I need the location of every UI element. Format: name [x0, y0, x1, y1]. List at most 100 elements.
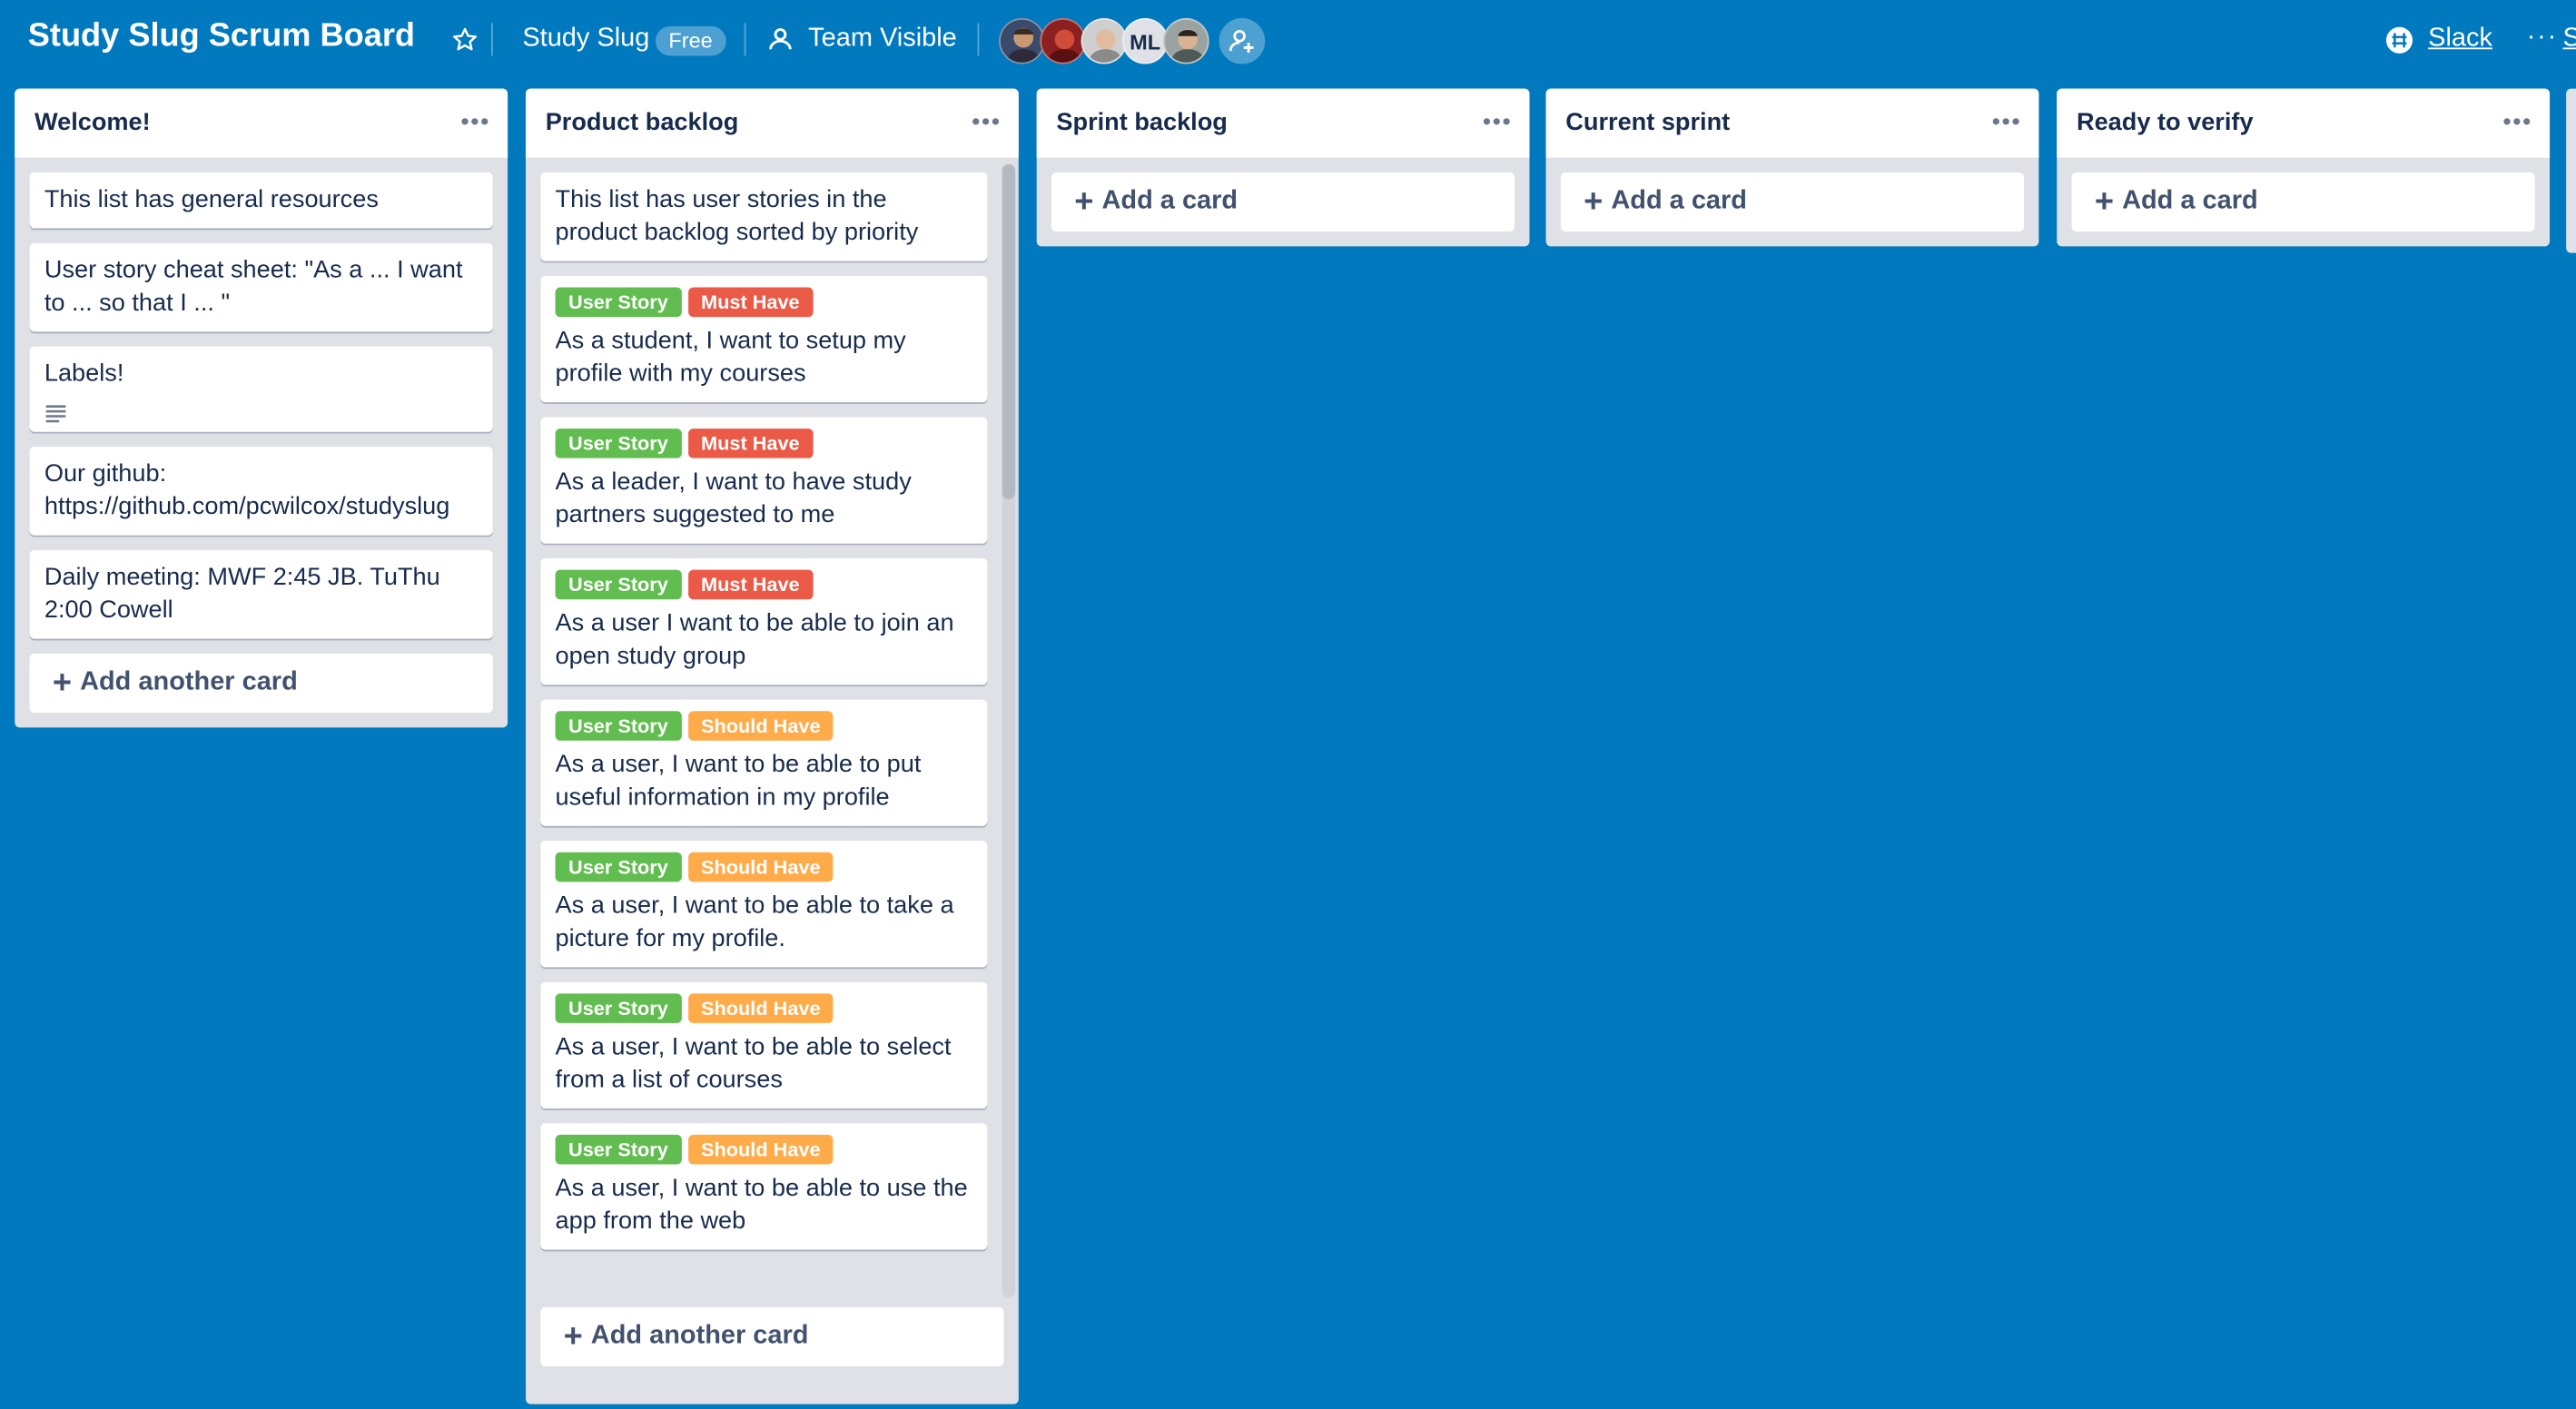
- header-divider: [744, 23, 746, 56]
- list-title[interactable]: Sprint backlog: [1056, 108, 1228, 136]
- list-card[interactable]: User Story Must Have As a user I want to …: [540, 558, 988, 685]
- list-menu-icon[interactable]: [459, 105, 491, 138]
- plus-icon: +: [563, 1317, 583, 1355]
- star-icon[interactable]: [450, 25, 480, 54]
- add-card-button[interactable]: + Add a card: [1560, 172, 2025, 232]
- add-card-label: Add another card: [590, 1322, 809, 1350]
- list-partial-offscreen: [2566, 88, 2576, 253]
- list-welcome: Welcome! This list has general resources…: [15, 88, 508, 728]
- plus-icon: +: [1584, 182, 1604, 220]
- card-title: As a user, I want to be able to use the …: [555, 1174, 968, 1236]
- list-title[interactable]: Ready to verify: [2077, 108, 2254, 136]
- card-title: Our github: https://github.com/pcwilcox/…: [44, 459, 450, 521]
- add-card-button[interactable]: + Add a card: [2071, 172, 2535, 232]
- card-label-user-story[interactable]: User Story: [555, 711, 682, 741]
- card-label-must-have[interactable]: Must Have: [687, 429, 814, 458]
- card-title: User story cheat sheet: "As a ... I want…: [44, 256, 463, 318]
- card-label-should-have[interactable]: Should Have: [687, 1134, 834, 1165]
- card-label-user-story[interactable]: User Story: [555, 852, 682, 882]
- slack-button[interactable]: Slack: [2428, 25, 2492, 54]
- add-card-label: Add a card: [1611, 187, 1747, 215]
- team-name[interactable]: Study Slug: [522, 25, 649, 54]
- list-title[interactable]: Welcome!: [35, 108, 151, 136]
- plus-icon: +: [52, 664, 73, 701]
- more-icon[interactable]: ···: [2527, 23, 2558, 53]
- card-title: As a user, I want to be able to select f…: [555, 1032, 952, 1094]
- board-title[interactable]: Study Slug Scrum Board: [28, 18, 415, 56]
- plus-icon: +: [1074, 182, 1094, 220]
- list-menu-icon[interactable]: [2501, 105, 2533, 138]
- list-current-sprint: Current sprint + Add a card: [1545, 88, 2039, 247]
- list-card[interactable]: User Story Must Have As a student, I want…: [540, 275, 988, 403]
- list-menu-icon[interactable]: [969, 105, 1002, 138]
- list-header: Product backlog: [525, 88, 1019, 158]
- list-product-backlog: Product backlog This list has user stori…: [525, 88, 1019, 1404]
- add-card-button[interactable]: + Add another card: [29, 653, 493, 714]
- list-header: Ready to verify: [2057, 88, 2551, 158]
- card-label-should-have[interactable]: Should Have: [687, 711, 834, 741]
- card-label-user-story[interactable]: User Story: [555, 429, 682, 458]
- team-visible-icon: [767, 26, 794, 53]
- card-label-user-story[interactable]: User Story: [555, 993, 682, 1023]
- card-label-should-have[interactable]: Should Have: [687, 993, 834, 1023]
- card-title: As a leader, I want to have study partne…: [555, 468, 912, 529]
- list-card[interactable]: User story cheat sheet: "As a ... I want…: [29, 242, 493, 332]
- add-card-label: Add another card: [80, 668, 298, 696]
- header-divider: [490, 23, 493, 56]
- add-card-button[interactable]: + Add another card: [540, 1306, 1004, 1366]
- member-avatar[interactable]: [999, 17, 1045, 64]
- card-scroll-area[interactable]: This list has user stories in the produc…: [526, 158, 1019, 1307]
- list-card[interactable]: Daily meeting: MWF 2:45 JB. TuThu 2:00 C…: [29, 549, 493, 639]
- card-label-user-story[interactable]: User Story: [555, 569, 682, 600]
- member-avatar[interactable]: [1081, 17, 1128, 64]
- card-title: Daily meeting: MWF 2:45 JB. TuThu 2:00 C…: [44, 563, 440, 625]
- scrollbar-thumb[interactable]: [1002, 163, 1016, 499]
- list-card[interactable]: User Story Must Have As a leader, I want …: [540, 417, 988, 544]
- list-card[interactable]: User Story Should Have As a user, I want …: [540, 841, 988, 968]
- list-card[interactable]: User Story Should Have As a user, I want …: [540, 699, 988, 826]
- list-menu-icon[interactable]: [1989, 105, 2022, 138]
- list-title[interactable]: Product backlog: [546, 108, 739, 136]
- member-avatar[interactable]: [1040, 17, 1086, 64]
- board-header: Study Slug Scrum Board Study Slug Free T…: [0, 0, 2576, 82]
- description-icon: [44, 400, 67, 423]
- card-label-should-have[interactable]: Should Have: [687, 852, 834, 882]
- list-header: Current sprint: [1545, 88, 2039, 158]
- visibility-button[interactable]: Team Visible: [808, 25, 957, 54]
- list-card[interactable]: Our github: https://github.com/pcwilcox/…: [29, 447, 493, 536]
- card-title: As a user I want to be able to join an o…: [555, 609, 954, 671]
- list-card[interactable]: User Story Should Have As a user, I want …: [540, 981, 988, 1108]
- slack-icon: [2385, 26, 2413, 54]
- show-menu-button[interactable]: S: [2563, 25, 2576, 54]
- card-title: This list has general resources: [44, 185, 379, 214]
- invite-member-button[interactable]: [1219, 17, 1266, 64]
- card-title: As a user, I want to be able to put usef…: [555, 750, 922, 812]
- list-sprint-backlog: Sprint backlog + Add a card: [1036, 88, 1530, 247]
- card-label-user-story[interactable]: User Story: [555, 1134, 682, 1165]
- card-title: As a student, I want to setup my profile…: [555, 326, 906, 388]
- add-card-button[interactable]: + Add a card: [1051, 172, 1515, 232]
- list-title[interactable]: Current sprint: [1565, 108, 1730, 136]
- card-title: This list has user stories in the produc…: [555, 185, 919, 247]
- list-ready-to-verify: Ready to verify + Add a card: [2057, 88, 2551, 247]
- card-label-must-have[interactable]: Must Have: [687, 569, 814, 600]
- member-avatar-initials[interactable]: ML: [1121, 17, 1169, 64]
- card-label-user-story[interactable]: User Story: [555, 287, 682, 318]
- add-card-label: Add a card: [1101, 187, 1239, 215]
- plus-icon: +: [2094, 182, 2115, 220]
- list-header: Welcome!: [15, 88, 508, 158]
- list-header: Sprint backlog: [1036, 88, 1530, 158]
- list-card[interactable]: This list has user stories in the produc…: [540, 172, 988, 261]
- list-menu-icon[interactable]: [1480, 105, 1513, 138]
- card-label-must-have[interactable]: Must Have: [687, 287, 814, 318]
- list-card[interactable]: Labels!: [29, 346, 493, 432]
- add-card-label: Add a card: [2122, 187, 2258, 215]
- header-divider: [977, 23, 980, 56]
- list-card[interactable]: User Story Should Have As a user, I want …: [540, 1123, 988, 1250]
- card-title: As a user, I want to be able to take a p…: [555, 892, 954, 953]
- add-member-icon: [1229, 30, 1254, 53]
- list-card[interactable]: This list has general resources: [29, 172, 493, 229]
- list-scrollbar[interactable]: [1002, 163, 1016, 1297]
- plan-badge: Free: [655, 25, 726, 56]
- member-avatar[interactable]: [1162, 17, 1209, 64]
